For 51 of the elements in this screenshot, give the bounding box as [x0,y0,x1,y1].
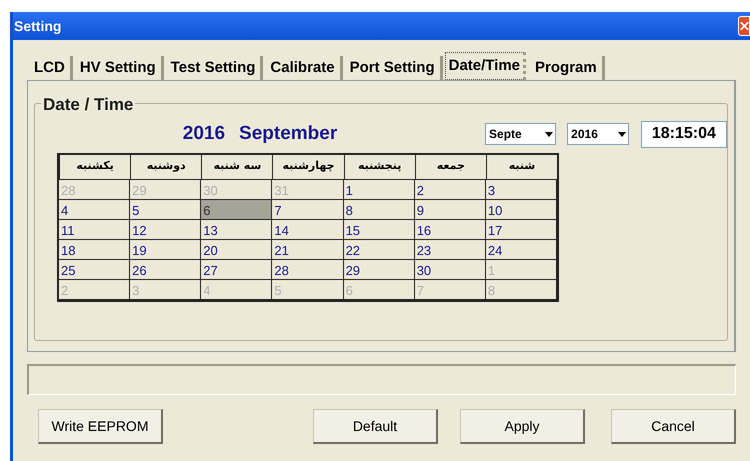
day-cell[interactable]: 30 [414,260,486,280]
day-cell[interactable]: 2 [414,180,486,200]
day-cell[interactable]: 28 [272,260,344,280]
weekday-header: یکشنبه [59,154,130,180]
weekday-header: دوشنبه [130,154,202,180]
day-cell[interactable]: 1 [344,180,415,200]
weekday-header: پنجشنبه [344,154,415,180]
dropdown-arrow-icon [618,132,626,137]
day-cell[interactable]: 4 [59,200,130,220]
day-cell[interactable]: 3 [486,180,557,200]
day-cell[interactable]: 17 [486,220,557,240]
day-cell[interactable]: 8 [344,200,415,220]
calendar-year: 2016 [182,122,226,146]
day-cell[interactable]: 21 [272,240,344,260]
dialog-button[interactable]: Apply [460,409,585,444]
day-cell[interactable]: 16 [414,220,486,240]
calendar-month: September [239,122,338,146]
close-button[interactable] [738,16,750,36]
tab[interactable]: Date/Time [444,52,526,80]
close-icon [740,21,749,31]
weekday-header: شنبه [486,154,557,180]
dialog-button[interactable]: Cancel [611,409,736,444]
day-cell[interactable]: 6 [201,200,272,220]
year-dropdown[interactable]: 2016 [567,123,629,146]
day-cell[interactable]: 10 [486,200,557,220]
weekday-header: جمعه [414,154,486,180]
day-cell[interactable]: 23 [414,240,486,260]
day-cell[interactable]: 19 [130,240,202,260]
dialog-button[interactable]: Default [313,409,438,444]
dropdown-arrow-icon [545,132,554,137]
weekday-header: سه شنبه [201,154,272,180]
day-cell[interactable]: 11 [59,220,130,240]
day-cell[interactable]: 25 [59,260,130,280]
day-cell[interactable]: 15 [344,220,415,240]
day-cell[interactable]: 22 [344,240,415,260]
day-cell[interactable]: 29 [344,260,415,280]
day-cell[interactable]: 24 [486,240,557,260]
time-field[interactable]: 18:15:04 [640,120,728,148]
day-cell[interactable]: 12 [130,220,202,240]
day-cell[interactable]: 27 [201,260,272,280]
day-cell[interactable]: 18 [59,240,130,260]
weekday-header: چهارشنبه [272,154,344,180]
day-cell[interactable]: 9 [414,200,486,220]
window-title: Setting [14,16,62,36]
day-cell[interactable]: 26 [130,260,202,280]
day-cell[interactable]: 20 [201,240,272,260]
month-dropdown[interactable]: Septe [485,123,556,146]
day-cell[interactable]: 7 [272,200,344,220]
day-cell[interactable]: 14 [272,220,344,240]
dialog-button[interactable]: Write EEPROM [38,409,163,444]
day-cell[interactable]: 13 [201,220,272,240]
